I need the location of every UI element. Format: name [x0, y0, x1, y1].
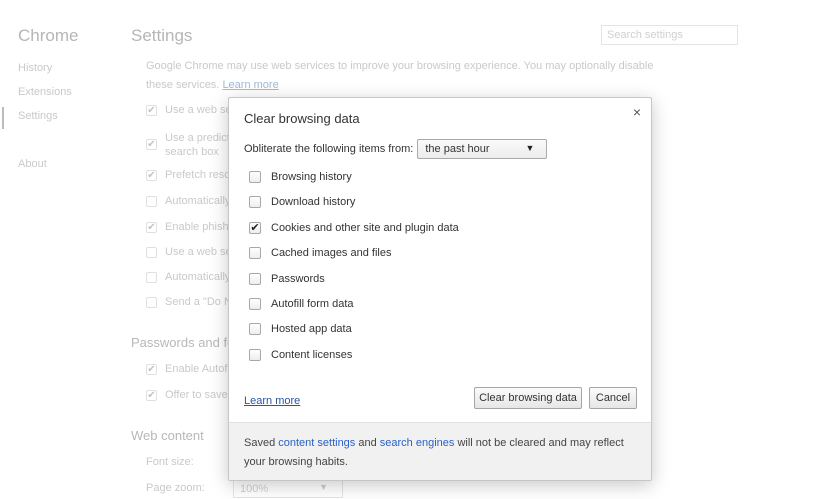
sidebar-item-settings[interactable]: Settings	[18, 110, 58, 122]
option-cached-images[interactable]: Cached images and files	[249, 247, 391, 259]
privacy-option[interactable]: Send a "Do No	[146, 296, 238, 308]
checkbox[interactable]	[249, 323, 261, 335]
clear-browsing-data-button[interactable]: Clear browsing data	[474, 387, 582, 409]
footer-text: and	[355, 437, 380, 449]
option-browsing-history[interactable]: Browsing history	[249, 171, 352, 183]
font-size-label: Font size:	[146, 456, 194, 468]
privacy-option-label: Use a predicti search box	[165, 131, 232, 159]
option-label: Content licenses	[271, 349, 353, 361]
content-settings-link[interactable]: content settings	[278, 437, 355, 449]
option-label: Autofill form data	[271, 298, 354, 310]
checkbox[interactable]	[146, 272, 157, 283]
checkbox[interactable]	[249, 247, 261, 259]
privacy-learn-more-link[interactable]: Learn more	[222, 79, 278, 91]
passwords-section-title: Passwords and for	[131, 335, 239, 350]
checkbox[interactable]	[249, 349, 261, 361]
option-cookies[interactable]: ✔ Cookies and other site and plugin data	[249, 222, 459, 234]
search-settings-input[interactable]: Search settings	[601, 25, 738, 45]
chevron-down-icon: ▼	[525, 143, 535, 153]
checkbox[interactable]	[249, 298, 261, 310]
checkbox[interactable]	[249, 196, 261, 208]
clear-browsing-data-dialog: Clear browsing data × Obliterate the fol…	[228, 97, 652, 481]
option-download-history[interactable]: Download history	[249, 196, 355, 208]
option-passwords[interactable]: Passwords	[249, 273, 325, 285]
checkbox[interactable]: ✔	[146, 139, 157, 150]
cancel-button[interactable]: Cancel	[589, 387, 637, 409]
option-label: Cookies and other site and plugin data	[271, 222, 459, 234]
learn-more-link[interactable]: Learn more	[244, 395, 300, 407]
checkbox[interactable]: ✔	[146, 364, 157, 375]
dialog-footer: Saved content settings and search engine…	[229, 422, 651, 480]
dialog-title: Clear browsing data	[244, 111, 360, 126]
checkbox-checked[interactable]: ✔	[249, 222, 261, 234]
privacy-option-label-line1: Use a predicti	[165, 132, 233, 144]
obliterate-label: Obliterate the following items from:	[244, 143, 414, 155]
time-period-value: the past hour	[425, 143, 490, 155]
passwords-option[interactable]: ✔ Offer to save y	[146, 389, 236, 401]
privacy-option-label: Use a web ser	[165, 104, 236, 116]
privacy-option-label: Automatically	[165, 195, 231, 207]
obliterate-row: Obliterate the following items from: the…	[244, 139, 548, 159]
page-zoom-select[interactable]: 100% ▼	[233, 480, 343, 498]
checkbox[interactable]	[249, 171, 261, 183]
footer-text: Saved	[244, 437, 279, 449]
privacy-option[interactable]: ✔ Use a predicti search box	[146, 131, 232, 159]
option-label: Passwords	[271, 273, 325, 285]
privacy-option[interactable]: ✔ Use a web ser	[146, 104, 235, 116]
checkbox[interactable]	[146, 247, 157, 258]
passwords-option-label: Enable Autofil	[165, 363, 233, 375]
option-content-licenses[interactable]: Content licenses	[249, 349, 352, 361]
search-engines-link[interactable]: search engines	[380, 437, 455, 449]
checkbox[interactable]	[249, 273, 261, 285]
sidebar-item-about[interactable]: About	[18, 158, 47, 170]
privacy-option[interactable]: Automatically	[146, 271, 230, 283]
sidebar-item-extensions[interactable]: Extensions	[18, 86, 72, 98]
option-label: Cached images and files	[271, 247, 392, 259]
sidebar-item-history[interactable]: History	[18, 62, 52, 74]
chevron-down-icon: ▼	[319, 482, 328, 492]
checkbox[interactable]: ✔	[146, 390, 157, 401]
checkbox[interactable]: ✔	[146, 222, 157, 233]
privacy-option[interactable]: Automatically	[146, 195, 230, 207]
privacy-option-label: Enable phishin	[165, 221, 238, 233]
page-zoom-value: 100%	[240, 483, 269, 495]
privacy-option[interactable]: ✔ Prefetch resou	[146, 169, 237, 181]
time-period-select[interactable]: the past hour ▼	[417, 139, 548, 159]
privacy-option-label: Prefetch resou	[165, 169, 237, 181]
checkbox[interactable]: ✔	[146, 105, 157, 116]
page-title: Settings	[131, 26, 193, 45]
privacy-option-label-line2: search box	[165, 146, 219, 158]
page-zoom-label: Page zoom:	[146, 482, 205, 494]
option-hosted-app-data[interactable]: Hosted app data	[249, 323, 352, 335]
checkbox[interactable]: ✔	[146, 170, 157, 181]
privacy-option-label: Automatically	[165, 271, 231, 283]
option-label: Hosted app data	[271, 323, 352, 335]
web-content-section-title: Web content	[131, 428, 204, 443]
privacy-option-label: Use a web ser	[165, 246, 236, 258]
option-label: Browsing history	[271, 171, 352, 183]
privacy-option[interactable]: ✔ Enable phishin	[146, 221, 237, 233]
option-label: Download history	[271, 196, 356, 208]
checkbox[interactable]	[146, 297, 157, 308]
passwords-option[interactable]: ✔ Enable Autofil	[146, 363, 232, 375]
sidebar-selected-indicator	[2, 107, 4, 129]
privacy-description: Google Chrome may use web services to im…	[146, 57, 666, 95]
passwords-option-label: Offer to save y	[165, 389, 237, 401]
chrome-brand: Chrome	[18, 26, 79, 45]
checkbox[interactable]	[146, 196, 157, 207]
close-icon[interactable]: ×	[633, 105, 641, 119]
privacy-option[interactable]: Use a web ser	[146, 246, 235, 258]
option-autofill[interactable]: Autofill form data	[249, 298, 354, 310]
